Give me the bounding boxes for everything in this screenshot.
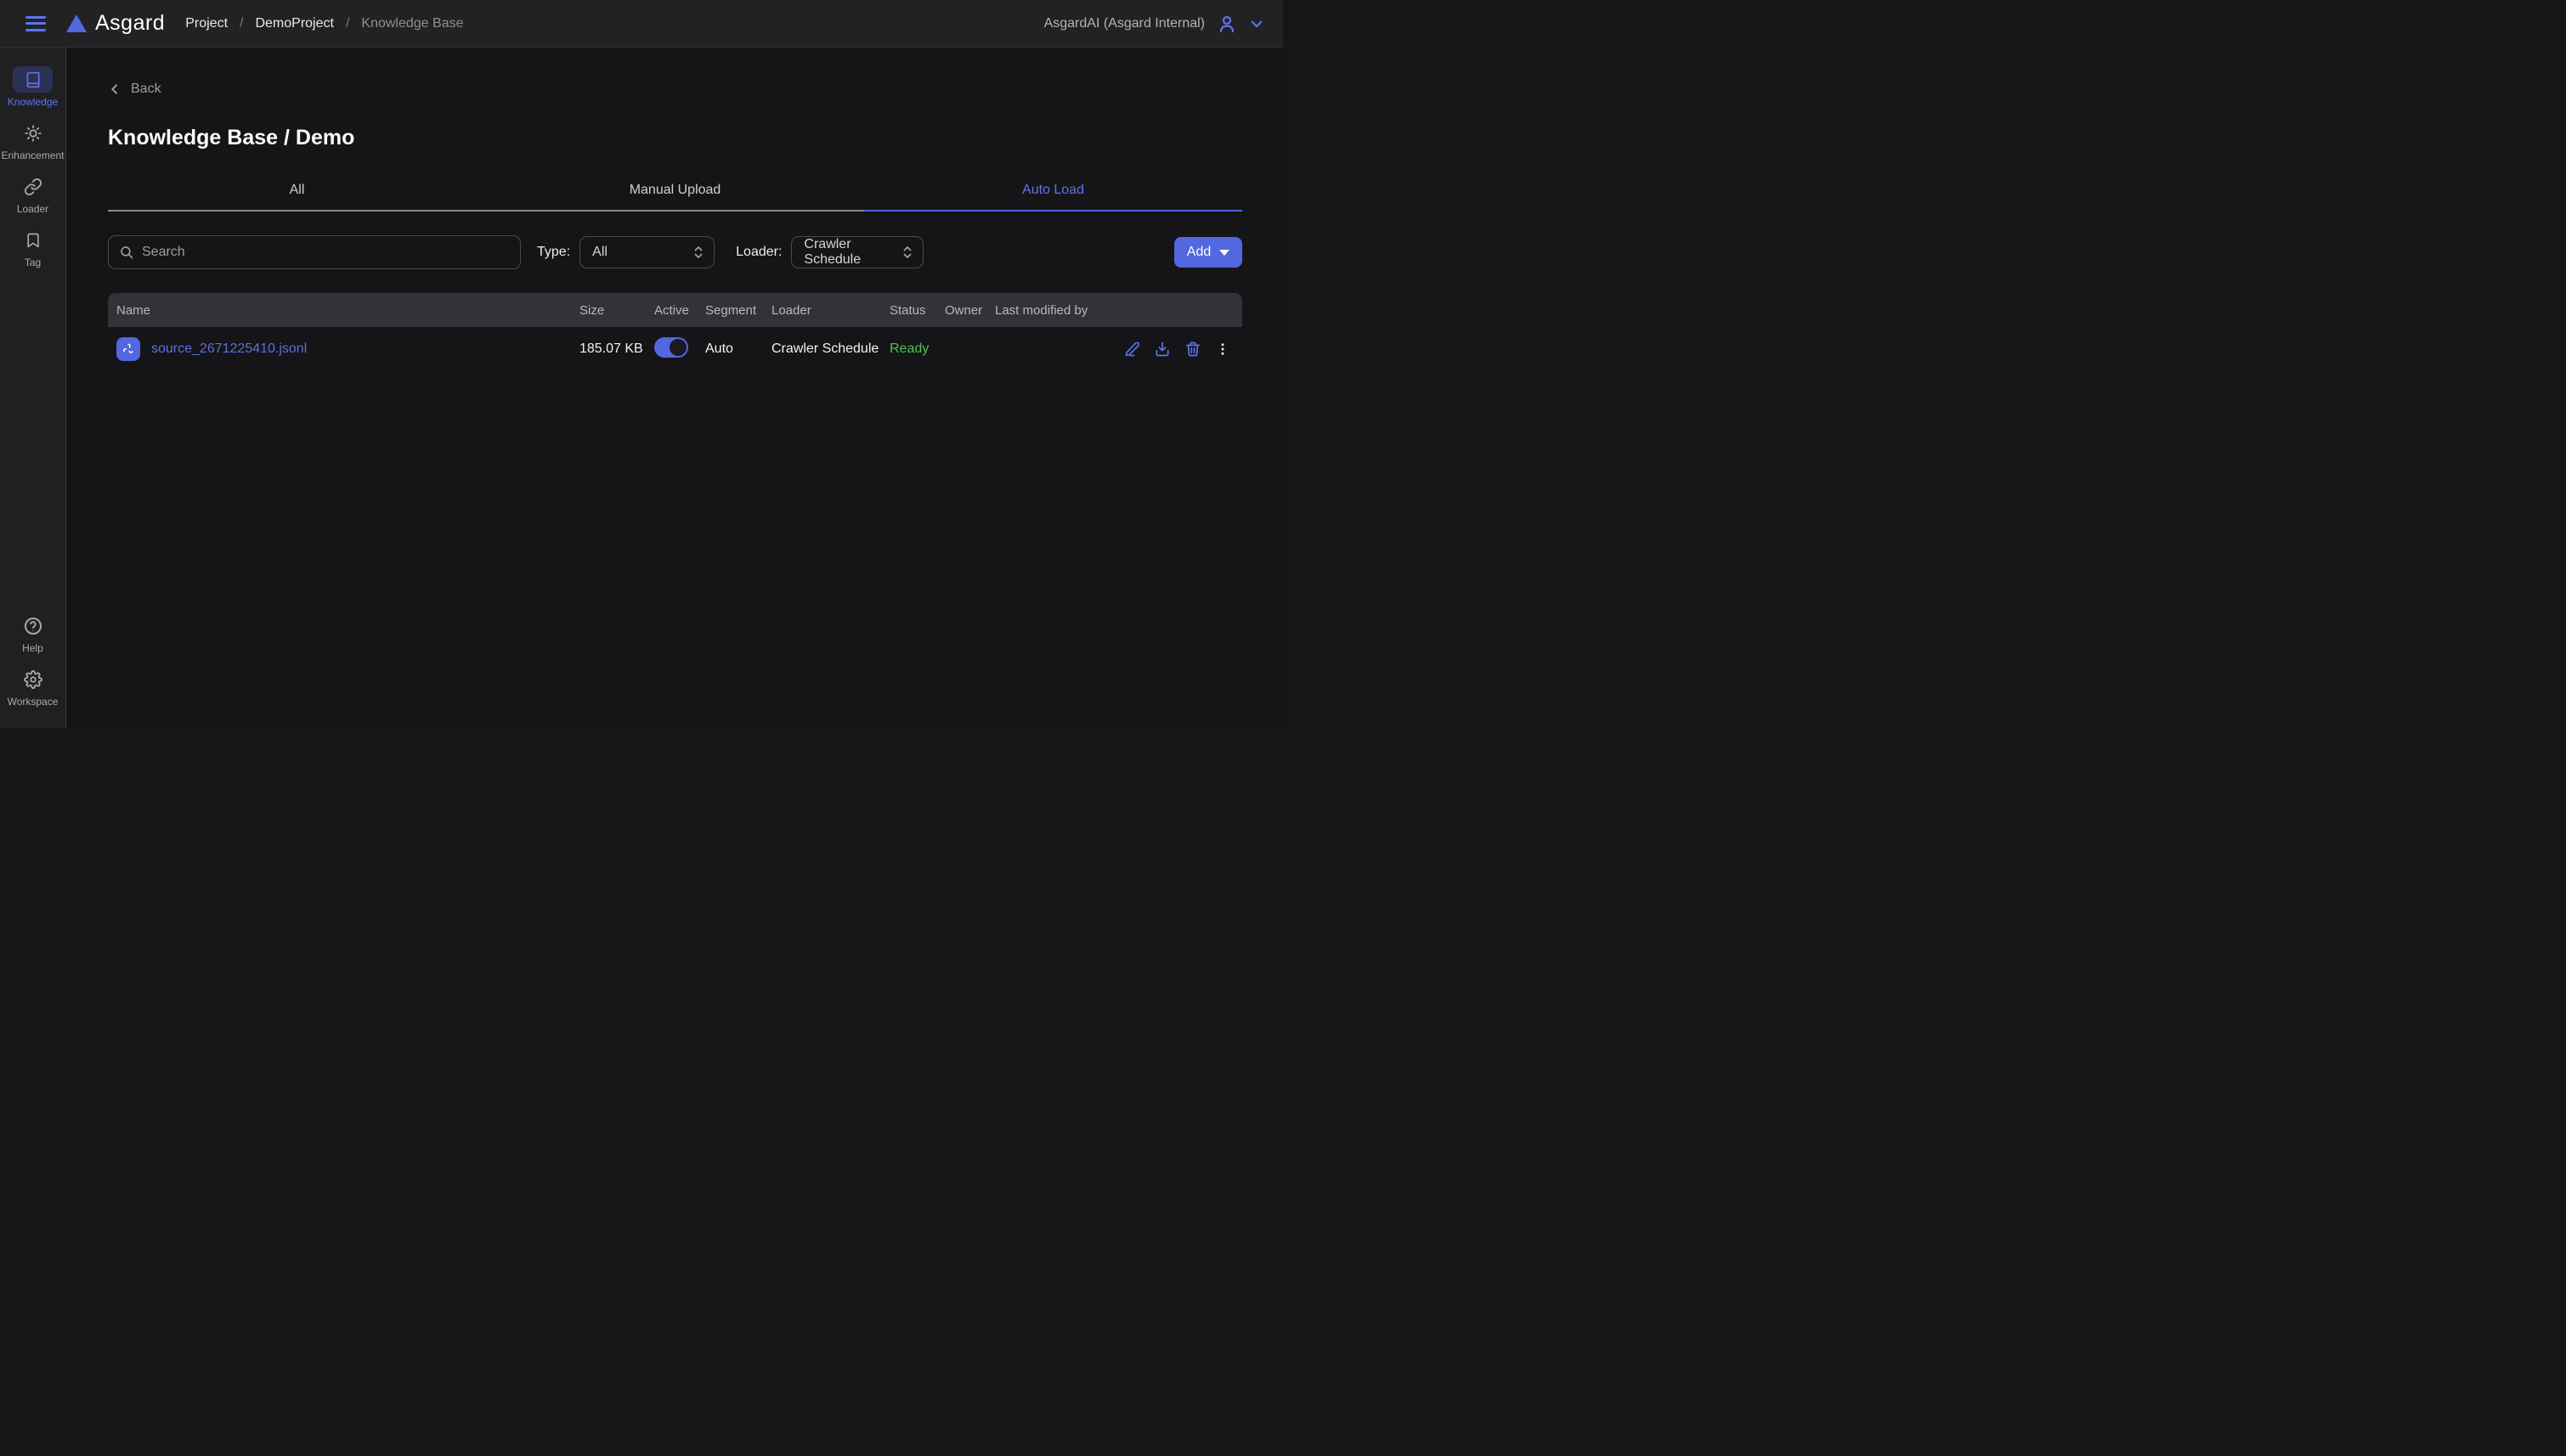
back-label: Back (131, 82, 161, 97)
col-header-size: Size (569, 303, 644, 318)
main-content: Back Knowledge Base / Demo All Manual Up… (66, 48, 1283, 728)
download-icon[interactable] (1154, 341, 1171, 358)
sidebar-item-help[interactable]: Help (0, 612, 65, 654)
breadcrumb-project[interactable]: Project (185, 16, 228, 31)
col-header-owner: Owner (940, 303, 989, 318)
col-header-segment: Segment (700, 303, 766, 318)
file-type-icon (116, 337, 140, 361)
col-header-active: Active (644, 303, 700, 318)
tab-manual-upload[interactable]: Manual Upload (486, 176, 864, 212)
user-icon[interactable] (1217, 14, 1237, 34)
caret-down-icon (1219, 250, 1229, 256)
tab-auto-load[interactable]: Auto Load (864, 176, 1242, 212)
sidebar-item-label: Enhancement (1, 150, 64, 161)
sidebar-item-label: Help (22, 642, 43, 654)
sun-icon (13, 120, 53, 146)
sidebar-item-loader[interactable]: Loader (0, 173, 65, 215)
help-circle-icon (13, 612, 53, 639)
sidebar: Knowledge Enhancement Loade (0, 48, 66, 728)
search-icon (119, 245, 134, 260)
back-button[interactable]: Back (108, 82, 161, 97)
breadcrumb-knowledge-base: Knowledge Base (361, 16, 463, 31)
book-icon (13, 66, 53, 93)
asgard-logo-icon (66, 14, 87, 32)
add-button-label: Add (1187, 245, 1211, 260)
row-actions (1123, 341, 1242, 358)
filter-row: Type: All Loader: Crawler Schedule (108, 235, 1242, 269)
breadcrumb: Project / DemoProject / Knowledge Base (185, 16, 463, 31)
more-options-icon[interactable] (1215, 341, 1230, 358)
loader-value: Crawler Schedule (766, 341, 884, 357)
file-name-link[interactable]: source_2671225410.jsonl (151, 341, 307, 357)
gear-icon (13, 666, 53, 692)
active-toggle[interactable] (654, 337, 688, 358)
link-icon (13, 173, 53, 200)
type-select[interactable]: All (579, 236, 715, 268)
table-header-row: Name Size Active Segment Loader Status O… (108, 293, 1242, 327)
col-header-loader: Loader (766, 303, 884, 318)
type-filter-label: Type: (537, 245, 570, 260)
brand-title: Asgard (95, 11, 165, 36)
tab-bar: All Manual Upload Auto Load (108, 176, 1242, 212)
sidebar-item-workspace[interactable]: Workspace (0, 666, 65, 708)
col-header-last-modified-by: Last modified by (989, 303, 1123, 318)
chevron-down-icon[interactable] (1249, 16, 1264, 31)
loader-select[interactable]: Crawler Schedule (791, 236, 924, 268)
type-select-value: All (592, 245, 608, 260)
col-header-status: Status (884, 303, 940, 318)
loader-filter-label: Loader: (736, 245, 782, 260)
account-label: AsgardAI (Asgard Internal) (1044, 16, 1205, 31)
breadcrumb-separator: / (346, 16, 349, 31)
col-header-name: Name (108, 303, 569, 318)
segment-value: Auto (700, 341, 766, 357)
chevron-left-icon (108, 82, 122, 96)
breadcrumb-separator: / (240, 16, 243, 31)
sidebar-item-knowledge[interactable]: Knowledge (0, 66, 65, 108)
sidebar-item-label: Knowledge (8, 96, 58, 108)
add-button[interactable]: Add (1174, 237, 1242, 268)
menu-icon[interactable] (25, 16, 46, 31)
sidebar-item-label: Workspace (8, 696, 59, 708)
table-row: source_2671225410.jsonl 185.07 KB Auto C… (108, 327, 1242, 371)
page-title: Knowledge Base / Demo (108, 126, 1242, 150)
breadcrumb-demoproject[interactable]: DemoProject (255, 16, 333, 31)
bookmark-icon (13, 227, 53, 253)
status-badge: Ready (884, 341, 940, 357)
updown-chevrons-icon (902, 245, 913, 260)
updown-chevrons-icon (693, 245, 704, 260)
sidebar-item-tag[interactable]: Tag (0, 227, 65, 268)
sidebar-item-enhancement[interactable]: Enhancement (0, 120, 65, 161)
delete-icon[interactable] (1184, 341, 1201, 358)
topbar: Asgard Project / DemoProject / Knowledge… (0, 0, 1283, 48)
tab-all[interactable]: All (108, 176, 486, 212)
sidebar-item-label: Tag (25, 257, 41, 268)
sidebar-item-label: Loader (17, 203, 48, 215)
search-box (108, 235, 521, 269)
loader-select-value: Crawler Schedule (804, 237, 902, 268)
file-size: 185.07 KB (569, 341, 644, 357)
documents-table: Name Size Active Segment Loader Status O… (108, 293, 1242, 371)
edit-icon[interactable] (1123, 341, 1140, 358)
search-input[interactable] (142, 245, 510, 260)
